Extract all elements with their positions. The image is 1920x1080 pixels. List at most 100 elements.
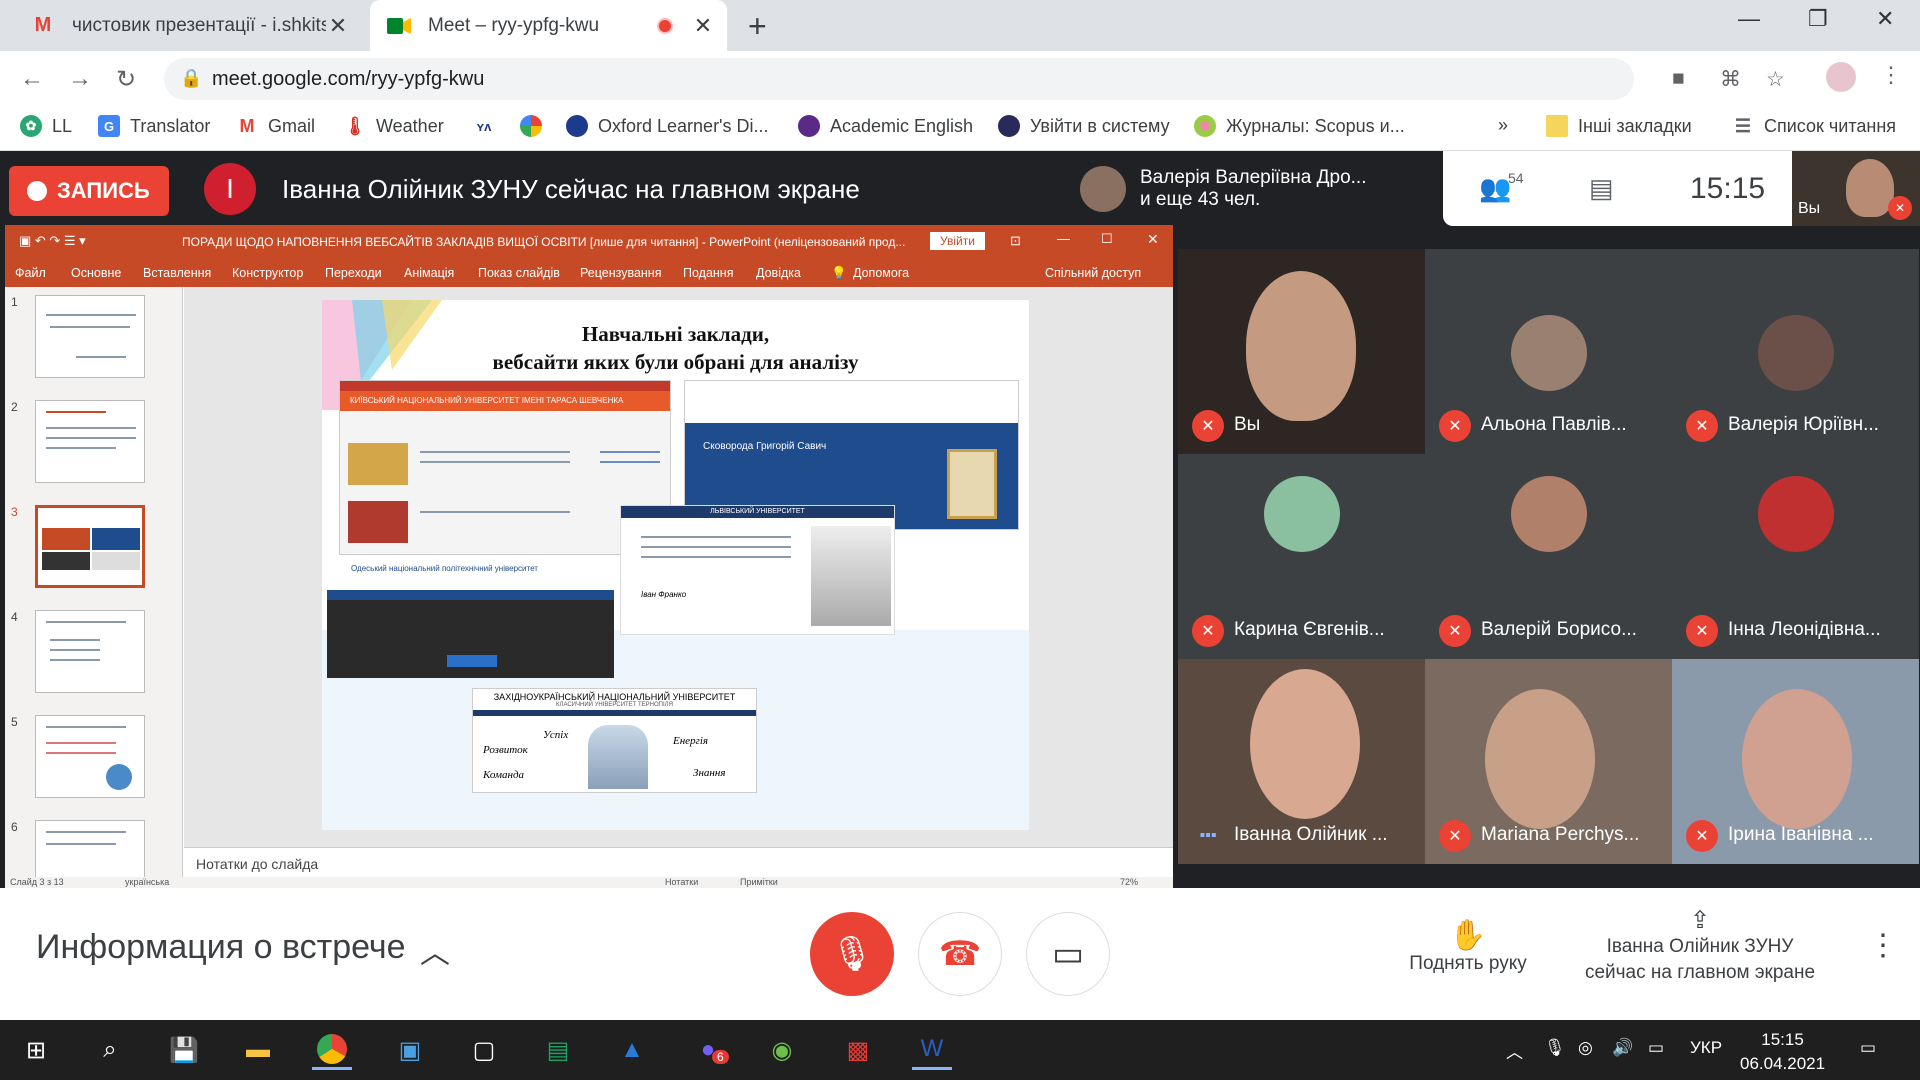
microphone-icon[interactable]: 🎙 [1544, 1038, 1566, 1058]
network-icon[interactable]: ◎ [1578, 1038, 1593, 1058]
chrome-icon[interactable] [312, 1030, 352, 1070]
slide-thumbnail[interactable] [35, 715, 145, 798]
windows-start-icon[interactable]: ⊞ [16, 1030, 56, 1070]
participant-avatar [1511, 476, 1587, 552]
camera-icon[interactable]: ■ [1672, 67, 1685, 91]
menu-share[interactable]: Спільний доступ [1045, 266, 1141, 280]
file-explorer-icon[interactable]: ▬ [238, 1030, 278, 1070]
address-bar[interactable]: 🔒 meet.google.com/ryy-ypfg-kwu ■ ⌘ ☆ [164, 58, 1785, 100]
new-tab-button[interactable]: + [748, 8, 767, 45]
participant-tile[interactable]: ✕ Mariana Perchys... [1425, 659, 1672, 864]
bookmark-translator[interactable]: G Translator [98, 115, 210, 137]
notifications-icon[interactable]: ▭ [1860, 1038, 1876, 1058]
sign-in-button[interactable]: Увійти [930, 232, 985, 250]
word-icon[interactable]: W [912, 1030, 952, 1070]
participant-tile[interactable]: ✕ Альона Павлів... [1425, 249, 1672, 454]
battery-icon[interactable]: ▭ [1648, 1038, 1664, 1058]
present-now-button[interactable]: ⇪ Іванна Олійник ЗУНУ сейчас на главном … [1570, 908, 1830, 986]
participant-tile[interactable]: ✕ Валерій Борисо... [1425, 454, 1672, 659]
search-icon[interactable]: ⌕ [90, 1030, 130, 1070]
raise-hand-button[interactable]: ✋ Поднять руку [1400, 918, 1536, 975]
menu-transitions[interactable]: Переходи [325, 266, 382, 280]
recording-badge[interactable]: ЗАПИСЬ [9, 166, 169, 216]
forward-icon[interactable]: → [68, 65, 92, 93]
monitor-app-icon[interactable]: ▢ [464, 1030, 504, 1070]
participant-video [1485, 689, 1595, 829]
self-face [1846, 159, 1894, 217]
close-icon[interactable]: ✕ [1147, 231, 1159, 248]
chevron-up-icon[interactable]: ︿ [420, 928, 450, 972]
participant-tile[interactable]: ✕ Інна Леонідівна... [1672, 454, 1919, 659]
menu-home[interactable]: Основне [71, 266, 121, 280]
more-options-icon[interactable]: ⋮ [1868, 928, 1898, 963]
participant-tile[interactable]: ✕ Валерія Юріївн... [1672, 249, 1919, 454]
tab-gmail[interactable]: M чистовик презентації - i.shkitska ✕ [14, 0, 362, 51]
tray-overflow-icon[interactable]: ︿ [1506, 1038, 1523, 1063]
restore-icon[interactable]: ☐ [1101, 231, 1113, 247]
pdf-app-icon[interactable]: ▩ [838, 1030, 878, 1070]
menu-help[interactable]: Довідка [756, 266, 801, 280]
participant-tile[interactable]: ✕ Вы [1178, 249, 1425, 454]
draw-app-icon[interactable]: ▲ [612, 1030, 652, 1070]
viber-icon[interactable]: ● 6 [688, 1030, 729, 1070]
reading-list[interactable]: ☰ Список читання [1732, 115, 1896, 137]
minimize-icon[interactable]: — [1057, 231, 1070, 246]
menu-tell-me[interactable]: Допомога [853, 266, 909, 280]
save-app-icon[interactable]: 💾 [164, 1030, 204, 1070]
menu-icon[interactable]: ⋮ [1880, 62, 1902, 88]
menu-slideshow[interactable]: Показ слайдів [478, 266, 560, 280]
leave-call-button[interactable]: ☎ [918, 912, 1002, 996]
app-icon[interactable]: ◉ [762, 1030, 802, 1070]
chat-icon[interactable]: ▤ [1589, 173, 1614, 204]
slide-thumbnail[interactable] [35, 610, 145, 693]
translate-icon[interactable]: ⌘ [1720, 67, 1741, 92]
taskbar-clock[interactable]: 15:15 06.04.2021 [1740, 1028, 1825, 1076]
menu-review[interactable]: Рецензування [580, 266, 661, 280]
window-close-icon[interactable]: ✕ [1876, 6, 1894, 32]
participant-tile[interactable]: ✕ Ірина Іванівна ... [1672, 659, 1919, 864]
tab-meet[interactable]: Meet – ryy-ypfg-kwu ✕ [370, 0, 727, 51]
menu-animations[interactable]: Анімація [404, 266, 454, 280]
bookmark-academic-english[interactable]: Academic English [798, 115, 973, 137]
participant-tile[interactable]: ✕ Карина Євгенів... [1178, 454, 1425, 659]
ribbon-display-icon[interactable]: ⊡ [1010, 233, 1021, 249]
restore-icon[interactable]: ❐ [1808, 6, 1828, 32]
bookmark-gmail[interactable]: M Gmail [236, 115, 316, 137]
minimize-icon[interactable]: — [1738, 6, 1760, 32]
meeting-info-button[interactable]: Информация о встрече [36, 928, 406, 967]
slide-thumbnail-selected[interactable] [35, 505, 145, 588]
camera-toggle-button[interactable]: ▭ [1026, 912, 1110, 996]
bookmark-ll[interactable]: ✿ LL [20, 115, 72, 137]
spreadsheet-app-icon[interactable]: ▤ [538, 1030, 578, 1070]
mic-toggle-button[interactable]: 🎙 [810, 912, 894, 996]
volume-icon[interactable]: 🔊 [1612, 1038, 1633, 1058]
people-icon[interactable]: 👥 [1479, 173, 1511, 204]
bookmark-login[interactable]: Увійти в систему [998, 115, 1170, 137]
bookmark-pinwheel[interactable] [520, 115, 552, 137]
participant-tile[interactable]: ▪▪▪ Іванна Олійник ... [1178, 659, 1425, 864]
slide-thumbnail[interactable] [35, 400, 145, 483]
bookmark-weather[interactable]: 🌡 Weather [344, 115, 444, 137]
language-indicator[interactable]: УКР [1690, 1038, 1722, 1058]
close-icon[interactable]: ✕ [326, 13, 350, 39]
menu-file[interactable]: Файл [15, 266, 46, 280]
back-icon[interactable]: ← [20, 65, 44, 93]
app-icon[interactable]: ▣ [390, 1030, 430, 1070]
menu-design[interactable]: Конструктор [232, 266, 303, 280]
bookmark-scopus[interactable]: Журналы: Scopus и... [1194, 115, 1405, 137]
bookmarks-overflow-button[interactable]: » [1498, 115, 1508, 136]
profile-avatar[interactable] [1826, 62, 1856, 92]
close-icon[interactable]: ✕ [691, 13, 715, 39]
menu-view[interactable]: Подання [683, 266, 733, 280]
menu-insert[interactable]: Вставлення [143, 266, 211, 280]
bookmark-oxford[interactable]: Oxford Learner's Di... [566, 115, 769, 137]
slide-notes[interactable]: Нотатки до слайда [184, 847, 1173, 877]
other-bookmarks[interactable]: Інші закладки [1546, 115, 1692, 137]
powerpoint-ribbon-tabs: Файл Основне Вставлення Конструктор Пере… [5, 259, 1173, 287]
self-view-thumbnail[interactable]: Вы ✕ [1792, 151, 1920, 226]
presenter-avatar: I [204, 163, 256, 215]
bookmark-vm[interactable]: ʏʌ [468, 115, 510, 137]
slide-thumbnail[interactable] [35, 295, 145, 378]
star-icon[interactable]: ☆ [1766, 67, 1785, 92]
reload-icon[interactable]: ↻ [116, 65, 136, 94]
